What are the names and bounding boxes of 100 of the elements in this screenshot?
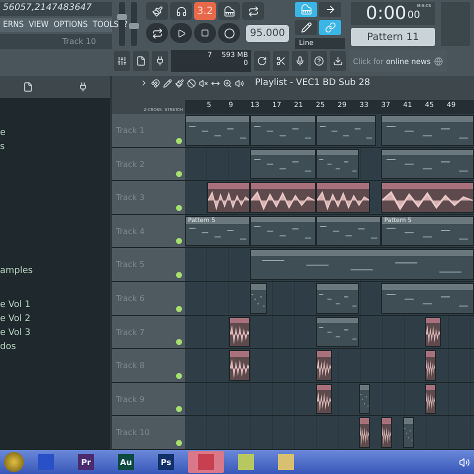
mixer-button[interactable] <box>114 51 130 71</box>
pattern-clip[interactable] <box>316 216 382 246</box>
pattern-clip[interactable] <box>359 384 370 414</box>
waveform-drawing <box>316 188 370 212</box>
transport-button[interactable] <box>146 2 168 20</box>
playlist-title: Playlist - VEC1 BD Sub 28 <box>255 78 370 88</box>
cut-button[interactable] <box>273 51 289 71</box>
file-button[interactable] <box>133 51 149 71</box>
pattern-clip[interactable] <box>381 282 474 314</box>
start-button[interactable] <box>4 452 24 472</box>
menu-item[interactable]: OPTIONS <box>54 20 88 30</box>
keyboard-icon <box>300 4 312 15</box>
mic-icon <box>295 56 305 66</box>
audio-clip[interactable] <box>316 350 332 381</box>
globe-icon <box>434 56 443 66</box>
pattern-clip[interactable] <box>250 216 316 246</box>
browser-item[interactable]: e Vol 3 <box>0 328 110 342</box>
hint-bar: Track 10 <box>0 34 112 49</box>
refresh-icon <box>257 56 267 66</box>
transport-button[interactable] <box>170 2 192 20</box>
track-led[interactable] <box>176 406 182 412</box>
speaker-icon <box>235 78 244 88</box>
pattern-clip[interactable] <box>316 148 360 180</box>
pattern-clip[interactable] <box>316 282 360 314</box>
audio-clip[interactable] <box>381 417 392 448</box>
pattern-clip[interactable] <box>185 115 250 146</box>
pattern-clip[interactable] <box>250 115 316 146</box>
track-led[interactable] <box>176 138 182 144</box>
audio-clip[interactable] <box>206 182 250 213</box>
browser-item[interactable]: e <box>0 128 110 142</box>
browser-item[interactable]: amples <box>0 266 110 280</box>
track-led[interactable] <box>176 306 182 312</box>
track-led[interactable] <box>176 372 182 379</box>
sliders-icon <box>117 56 127 66</box>
menu-item[interactable]: VIEW <box>28 20 49 30</box>
slider-track[interactable] <box>119 2 125 46</box>
tool-button[interactable] <box>319 2 341 17</box>
record-icon <box>224 28 234 38</box>
plugin-button[interactable] <box>152 51 168 71</box>
play-button[interactable] <box>170 23 192 43</box>
menu-item[interactable]: ERNS <box>3 20 24 30</box>
pattern-clip[interactable] <box>381 148 474 180</box>
audio-clip[interactable] <box>424 316 442 348</box>
audio-clip[interactable] <box>381 182 474 213</box>
pattern-clip[interactable] <box>381 115 474 146</box>
tempo-field[interactable]: 95.000 <box>246 24 289 42</box>
track-led[interactable] <box>176 339 182 346</box>
hint-field[interactable]: 56057,2147483647 <box>0 2 112 16</box>
pattern-clip[interactable] <box>250 282 267 314</box>
download-button[interactable] <box>330 51 346 71</box>
plug-icon <box>155 56 165 66</box>
mic-button[interactable] <box>292 51 308 71</box>
link-icon <box>324 22 336 33</box>
slider-thumb[interactable] <box>117 14 127 20</box>
audio-clip[interactable] <box>228 350 250 381</box>
browser-item[interactable]: dos <box>0 342 110 356</box>
audio-clip[interactable] <box>316 182 370 213</box>
audio-clip[interactable] <box>424 350 436 381</box>
app-icon: Pr <box>78 454 94 470</box>
refresh-button[interactable] <box>254 51 270 71</box>
pattern-clip[interactable] <box>250 249 474 280</box>
track-led[interactable] <box>176 440 182 446</box>
pattern-clip[interactable] <box>316 115 376 146</box>
slider-thumb[interactable] <box>129 23 139 30</box>
help-button[interactable] <box>311 51 327 71</box>
tool-button[interactable] <box>295 20 317 35</box>
track-led[interactable] <box>176 204 182 211</box>
slider-track[interactable] <box>131 2 137 46</box>
audio-clip[interactable] <box>316 384 332 414</box>
stop-button[interactable] <box>194 23 216 43</box>
record-button[interactable] <box>218 23 240 43</box>
taskbar-app[interactable]: Au <box>108 451 144 473</box>
play-icon <box>176 28 186 38</box>
menu-item[interactable]: TOOLS <box>92 20 119 30</box>
browser-item[interactable]: e Vol 2 <box>0 314 110 328</box>
taskbar-app[interactable]: Ps <box>148 451 184 473</box>
pattern-selector[interactable]: Pattern 11 <box>351 28 435 46</box>
browser-item[interactable]: e Vol 1 <box>0 300 110 314</box>
track-led[interactable] <box>176 238 182 244</box>
plug-icon <box>78 82 88 92</box>
audio-clip[interactable] <box>359 417 370 448</box>
transport-button[interactable] <box>242 2 264 20</box>
track-led[interactable] <box>176 171 182 178</box>
browser-item[interactable]: s <box>0 142 110 156</box>
pattern-clip[interactable] <box>316 316 360 348</box>
download-icon <box>333 56 343 66</box>
speaker-icon <box>459 456 470 468</box>
audio-clip[interactable] <box>250 182 316 213</box>
loop-icon <box>152 28 162 38</box>
loop-button[interactable] <box>146 23 168 43</box>
pattern-clip[interactable] <box>250 148 316 180</box>
audio-clip[interactable] <box>228 316 250 348</box>
stop-icon <box>201 29 209 37</box>
pattern-clip[interactable] <box>403 417 414 448</box>
transport-button[interactable] <box>218 2 240 20</box>
waveform-drawing <box>251 188 315 212</box>
audio-clip[interactable] <box>424 384 436 414</box>
taskbar-app[interactable]: Pr <box>68 451 104 473</box>
help-icon <box>314 56 324 66</box>
track-led[interactable] <box>176 272 182 278</box>
